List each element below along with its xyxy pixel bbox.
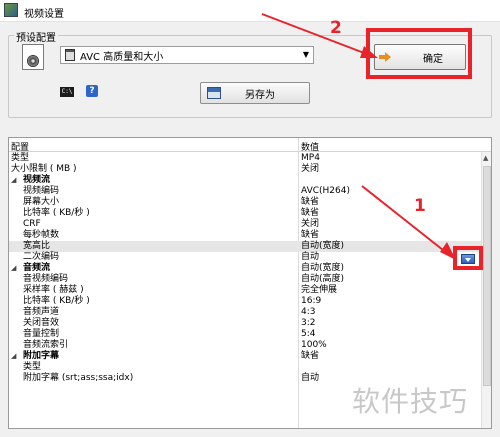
annotation-box-ok xyxy=(366,28,472,79)
annotation-number-1: 1 xyxy=(414,196,426,216)
watermark: 软件技巧 xyxy=(352,385,469,418)
annotation-box-dropdown xyxy=(453,246,483,270)
annotation-number-2: 2 xyxy=(330,18,342,38)
